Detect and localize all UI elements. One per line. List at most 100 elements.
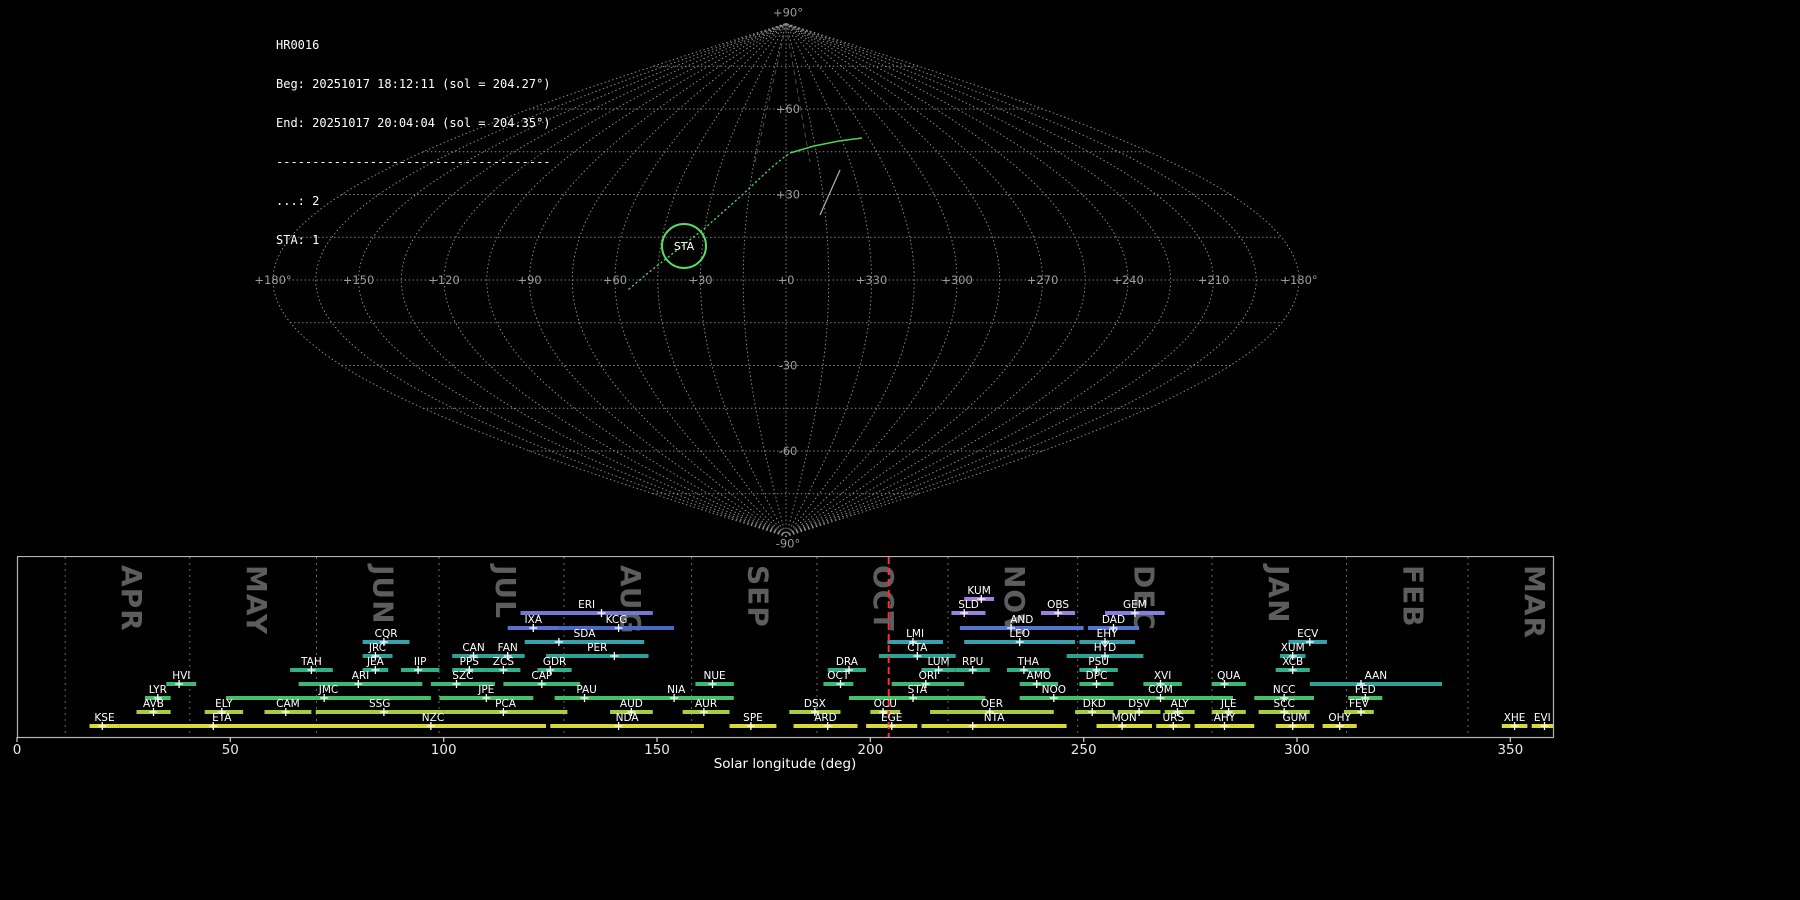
shower-label-JMC: JMC [318,684,339,696]
shower-label-JLE: JLE [1220,698,1237,710]
shower-label-IIP: IIP [414,656,427,668]
shower-label-SSG: SSG [369,698,390,710]
shower-label-TAH: TAH [300,656,322,668]
shower-label-KSE: KSE [94,712,114,724]
lat-label: -30 [779,359,798,373]
month-label-SEP: SEP [742,565,775,628]
shower-label-EHY: EHY [1097,628,1119,640]
shower-label-AHY: AHY [1214,712,1236,724]
shower-label-DRA: DRA [836,656,859,668]
shower-label-SZC: SZC [452,670,473,682]
fov-dashed-line [754,25,787,163]
shower-label-FED: FED [1355,684,1376,696]
shower-bar-NDA [550,724,704,728]
shower-label-AMO: AMO [1027,670,1052,682]
lon-label: +90 [517,273,541,287]
shower-label-SDA: SDA [574,628,597,640]
tick-label: 0 [13,742,22,758]
shower-label-AAN: AAN [1365,670,1388,682]
lon-label: +270 [1027,273,1059,287]
lon-label: +0 [778,273,795,287]
shower-bar-NTA [921,724,1067,728]
tick-label: 300 [1284,742,1310,758]
shower-label-NTA: NTA [984,712,1005,724]
shower-label-PSU: PSU [1088,656,1109,668]
shower-label-NDA: NDA [616,712,640,724]
shower-label-ZCS: ZCS [493,656,515,668]
shower-label-RPU: RPU [962,656,983,668]
shower-label-COM: COM [1148,684,1173,696]
shower-label-JPE: JPE [477,684,494,696]
shower-label-STA: STA [908,684,928,696]
shower-label-NZC: NZC [422,712,444,724]
lon-label: +330 [856,273,888,287]
shower-label-NCC: NCC [1273,684,1296,696]
shower-label-AUR: AUR [695,698,717,710]
tick-label: 200 [857,742,883,758]
sky-map: +180° +150 +120 +90 +60 +30 +0 +330 +300 +270 +240… [254,6,1317,551]
lon-label: +240 [1112,273,1144,287]
month-label-MAR: MAR [1518,565,1551,639]
tick-label: 50 [222,742,239,758]
shower-label-JRC: JRC [368,642,386,654]
meteor-radiant-report: { "info": { "lines": [ "HR0016", "Beg: 2… [0,0,1800,900]
shower-label-ERI: ERI [578,599,595,611]
shower-label-CAP: CAP [531,670,552,682]
shower-label-NUE: NUE [704,670,726,682]
shower-label-HYD: HYD [1094,642,1116,654]
shower-bar-AAN [1309,682,1443,686]
shower-label-LEO: LEO [1009,628,1030,640]
shower-label-PPS: PPS [460,656,480,668]
shower-label-DSX: DSX [804,698,826,710]
shower-label-NOO: NOO [1042,684,1066,696]
shower-label-CTA: CTA [907,642,928,654]
shower-label-OCU: OCU [874,698,897,710]
shower-label-CAM: CAM [276,698,300,710]
lon-label: +120 [428,273,460,287]
tick-label: 350 [1497,742,1523,758]
shower-label-KUM: KUM [967,585,990,597]
shower-label-GDR: GDR [543,656,567,668]
shower-label-DPC: DPC [1086,670,1108,682]
lon-label: +60 [603,273,627,287]
peak-marker-PER [610,652,619,660]
shower-bar-QUA [1211,682,1246,686]
shower-bar-JMC [226,696,431,700]
shower-label-OCT: OCT [827,670,850,682]
shower-label-OHY: OHY [1328,712,1351,724]
shower-label-PCA: PCA [495,698,517,710]
shower-label-AND: AND [1010,614,1033,626]
tick-label: 250 [1071,742,1097,758]
lat-label: +30 [776,188,800,202]
lat-label: -60 [779,444,798,458]
month-label-JUL: JUL [489,563,522,619]
radiant-drift-dotted [628,152,791,290]
shower-label-KCG: KCG [606,614,628,626]
shower-label-ARI: ARI [352,670,370,682]
peak-marker-NTA [968,722,977,730]
lon-label: +150 [343,273,375,287]
shower-label-NIA: NIA [667,684,686,696]
shower-bar-STA [849,696,986,700]
shower-bar-SLD [951,611,986,615]
shower-label-AVB: AVB [143,698,164,710]
shower-label-FAN: FAN [498,642,518,654]
lon-label: +30 [688,273,712,287]
lat-label: +90° [773,6,803,20]
shower-label-PAU: PAU [576,684,597,696]
shower-label-XVI: XVI [1154,670,1171,682]
shower-bar-SDA [524,640,645,644]
month-label-OCT: OCT [867,565,900,631]
shower-label-HVI: HVI [172,670,190,682]
shower-label-DSV: DSV [1128,698,1151,710]
shower-label-ELY: ELY [215,698,233,710]
shower-label-XHE: XHE [1504,712,1526,724]
end-time: End: 20251017 20:04:04 (sol = 204.35°) [276,116,551,130]
shower-bar-ETA [119,724,325,728]
peak-marker-ERI [597,609,606,617]
shower-label-OER: OER [981,698,1003,710]
shower-label-XUM: XUM [1281,642,1305,654]
shower-label-SPE: SPE [743,712,763,724]
shower-label-SLD: SLD [958,599,979,611]
shower-label-MON: MON [1112,712,1137,724]
